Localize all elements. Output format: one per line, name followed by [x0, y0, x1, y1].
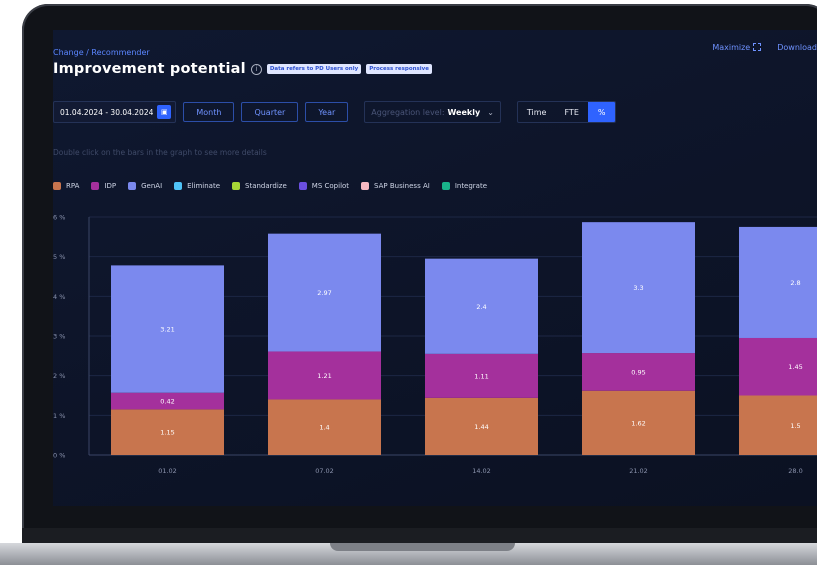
toggle-time[interactable]: Time — [518, 102, 556, 122]
maximize-icon — [753, 43, 762, 51]
month-button[interactable]: Month — [183, 102, 235, 122]
legend-label: GenAI — [141, 182, 163, 190]
filter-controls: 01.04.2024 - 30.04.2024 ▣ Month Quarter … — [53, 101, 617, 123]
legend-label: RPA — [66, 182, 80, 190]
aggregation-label: Aggregation level: — [371, 107, 445, 117]
y-tick-label: 1 % — [53, 412, 65, 420]
legend-item-ms-copilot[interactable]: MS Copilot — [298, 182, 350, 190]
legend-swatch — [232, 182, 241, 190]
data-label: 1.62 — [631, 419, 645, 427]
legend-swatch — [361, 182, 370, 190]
data-label: 3.21 — [160, 326, 174, 334]
data-label: 1.15 — [160, 429, 174, 437]
dashboard-screen: Change / Recommender Improvement potenti… — [53, 30, 817, 506]
x-tick-label: 07.02 — [315, 467, 334, 475]
data-label: 2.97 — [317, 289, 331, 297]
x-tick-label: 01.02 — [158, 467, 177, 475]
chart-legend: RPA IDP GenAI Eliminate Standardize MS C… — [53, 182, 487, 190]
data-label: 1.45 — [788, 363, 802, 371]
legend-swatch — [128, 182, 137, 190]
bar-segment-rpa[interactable] — [739, 395, 817, 456]
toggle-fte[interactable]: FTE — [555, 102, 587, 122]
x-tick-label: 21.02 — [629, 467, 648, 475]
legend-item-rpa[interactable]: RPA — [53, 182, 79, 190]
process-responsive-badge: Process responsive — [366, 64, 432, 74]
top-actions: Maximize Download — [712, 43, 817, 52]
quarter-button[interactable]: Quarter — [241, 102, 299, 122]
data-label: 1.21 — [317, 372, 331, 380]
laptop-notch — [330, 543, 515, 551]
x-tick-label: 28.0 — [788, 467, 802, 475]
download-button[interactable]: Download — [777, 43, 817, 52]
legend-item-idp[interactable]: IDP — [91, 182, 116, 190]
y-tick-label: 3 % — [53, 333, 65, 341]
breadcrumb[interactable]: Change / Recommender — [53, 48, 150, 57]
legend-label: Integrate — [454, 182, 488, 190]
maximize-button[interactable]: Maximize — [712, 43, 762, 52]
maximize-label: Maximize — [712, 43, 751, 52]
legend-swatch — [53, 182, 61, 190]
data-label: 1.44 — [474, 423, 488, 431]
data-label: 1.11 — [474, 372, 488, 380]
legend-swatch — [174, 182, 183, 190]
data-label: 3.3 — [633, 284, 643, 292]
y-tick-label: 6 % — [53, 214, 65, 222]
chevron-down-icon: ⌄ — [487, 107, 494, 117]
x-tick-label: 14.02 — [472, 467, 491, 475]
bar-segment-genai[interactable] — [739, 226, 817, 338]
data-label: 2.4 — [476, 303, 486, 311]
stacked-bar-chart: 0 % 1 % 2 % 3 % 4 % 5 % 6 % 1.15 0.42 3.21 01.02 1.… — [53, 214, 817, 475]
data-label: 0.42 — [160, 398, 174, 406]
unit-toggle: Time FTE % — [516, 101, 617, 123]
calendar-icon[interactable]: ▣ — [157, 105, 172, 119]
legend-label: IDP — [104, 182, 117, 190]
legend-item-genai[interactable]: GenAI — [128, 182, 162, 190]
page-title: Improvement potential — [53, 61, 246, 77]
legend-item-integrate[interactable]: Integrate — [441, 182, 488, 190]
info-icon[interactable]: i — [250, 63, 262, 75]
y-tick-label: 0 % — [53, 452, 65, 460]
legend-label: MS Copilot — [311, 182, 350, 190]
data-label: 1.5 — [790, 422, 800, 430]
pd-users-badge: Data refers to PD Users only — [266, 64, 362, 74]
toggle-percent[interactable]: % — [587, 102, 616, 122]
y-tick-label: 4 % — [53, 293, 65, 301]
legend-swatch — [441, 182, 450, 190]
y-tick-label: 2 % — [53, 372, 65, 380]
year-button[interactable]: Year — [305, 102, 349, 122]
legend-label: Eliminate — [187, 182, 221, 190]
aggregation-select[interactable]: Aggregation level: Weekly ⌄ — [364, 101, 501, 123]
title-row: Improvement potential i Data refers to P… — [53, 61, 432, 77]
y-tick-label: 5 % — [53, 253, 65, 261]
legend-item-standardize[interactable]: Standardize — [232, 182, 287, 190]
chart-hint: Double click on the bars in the graph to… — [53, 148, 267, 157]
data-label: 0.95 — [631, 368, 645, 376]
legend-swatch — [298, 182, 307, 190]
date-range-field[interactable]: 01.04.2024 - 30.04.2024 ▣ — [53, 101, 177, 123]
legend-swatch — [91, 182, 100, 190]
legend-label: Standardize — [245, 182, 287, 190]
data-label: 2.8 — [790, 279, 800, 287]
legend-label: SAP Business AI — [374, 182, 430, 190]
data-label: 1.4 — [319, 424, 329, 432]
legend-item-eliminate[interactable]: Eliminate — [174, 182, 220, 190]
date-range-value: 01.04.2024 - 30.04.2024 — [60, 107, 154, 117]
bar-segment-idp[interactable] — [739, 337, 817, 396]
aggregation-value: Weekly — [447, 107, 481, 117]
legend-item-sap-business-ai[interactable]: SAP Business AI — [361, 182, 430, 190]
